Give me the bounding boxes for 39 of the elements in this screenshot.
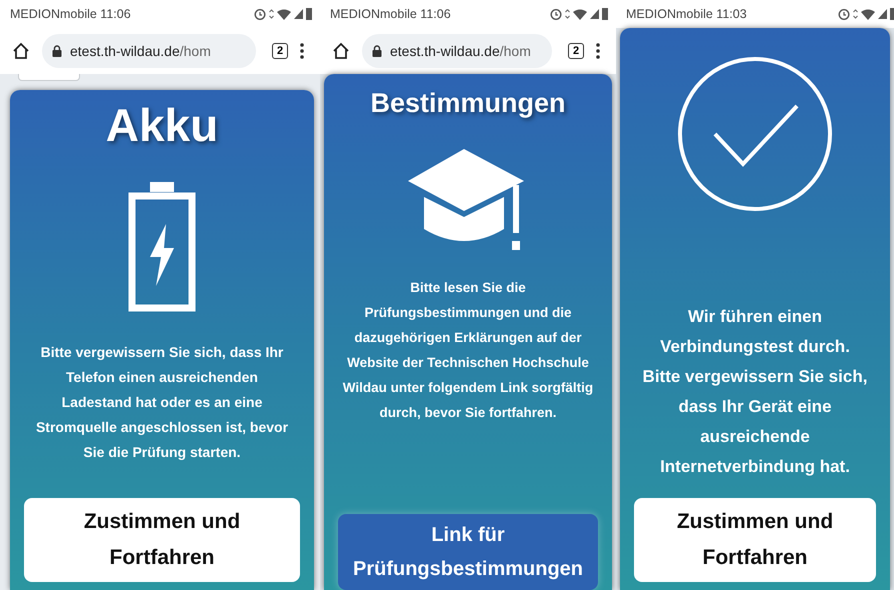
card-message: Bitte vergewissern Sie sich, dass Ihr Telefon einen ausreichenden Ladestand hat oder es an eine Stromquelle angeschlossen ist, bevor Sie die Prüfung starten. bbox=[34, 343, 290, 462]
card-message: Bitte lesen Sie die Prüfungsbestimmungen und die dazugehörigen Erklärungen auf der Website der Technischen Hochschule Wildau unter folgendem Link sorgfältig durch, bevor Sie fortfahren. bbox=[342, 279, 594, 422]
address-bar[interactable]: etest.th-wildau.de/hom bbox=[362, 34, 552, 68]
lock-icon bbox=[372, 45, 382, 57]
tab-count[interactable]: 2 bbox=[568, 43, 584, 59]
lock-icon bbox=[52, 45, 62, 57]
alarm-icon bbox=[838, 8, 850, 20]
alarm-icon bbox=[254, 8, 266, 20]
url-text: etest.th-wildau.de/hom bbox=[70, 43, 211, 59]
carrier-time: MEDIONmobile 11:06 bbox=[10, 7, 131, 21]
agree-continue-button[interactable]: Zustimmen und Fortfahren bbox=[634, 498, 876, 582]
wifi-icon bbox=[277, 8, 291, 20]
home-icon[interactable] bbox=[332, 42, 350, 60]
data-arrows-icon bbox=[853, 8, 858, 20]
url-text: etest.th-wildau.de/hom bbox=[390, 43, 531, 59]
signal-icon bbox=[590, 9, 599, 19]
data-arrows-icon bbox=[565, 8, 570, 20]
signal-icon bbox=[878, 9, 887, 19]
data-arrows-icon bbox=[269, 8, 274, 20]
card-message: Wir führen einen Verbindungstest durch. Bitte vergewissern Sie sich, dass Ihr Gerät eine ausreichende Internetverbindung hat. bbox=[642, 306, 868, 478]
wifi-icon bbox=[573, 8, 587, 20]
link-button[interactable]: Link für Prüfungsbestimmungen bbox=[338, 514, 598, 590]
signal-icon bbox=[294, 9, 303, 19]
carrier-time: MEDIONmobile 11:06 bbox=[330, 7, 451, 21]
card-title: Akku bbox=[106, 98, 218, 152]
tab-count[interactable]: 2 bbox=[272, 43, 288, 59]
alarm-icon bbox=[550, 8, 562, 20]
agree-continue-button[interactable]: Zustimmen und Fortfahren bbox=[24, 498, 300, 582]
wifi-icon bbox=[861, 8, 875, 20]
carrier-time: MEDIONmobile 11:03 bbox=[626, 7, 747, 21]
menu-icon[interactable] bbox=[300, 43, 304, 59]
battery-icon bbox=[306, 8, 312, 20]
home-icon[interactable] bbox=[12, 42, 30, 60]
card-title: Bestimmungen bbox=[370, 88, 566, 119]
menu-icon[interactable] bbox=[596, 43, 600, 59]
address-bar[interactable]: etest.th-wildau.de/hom bbox=[42, 34, 256, 68]
battery-charging-icon bbox=[128, 182, 196, 312]
checkmark-circle-icon bbox=[677, 56, 833, 212]
battery-icon bbox=[602, 8, 608, 20]
